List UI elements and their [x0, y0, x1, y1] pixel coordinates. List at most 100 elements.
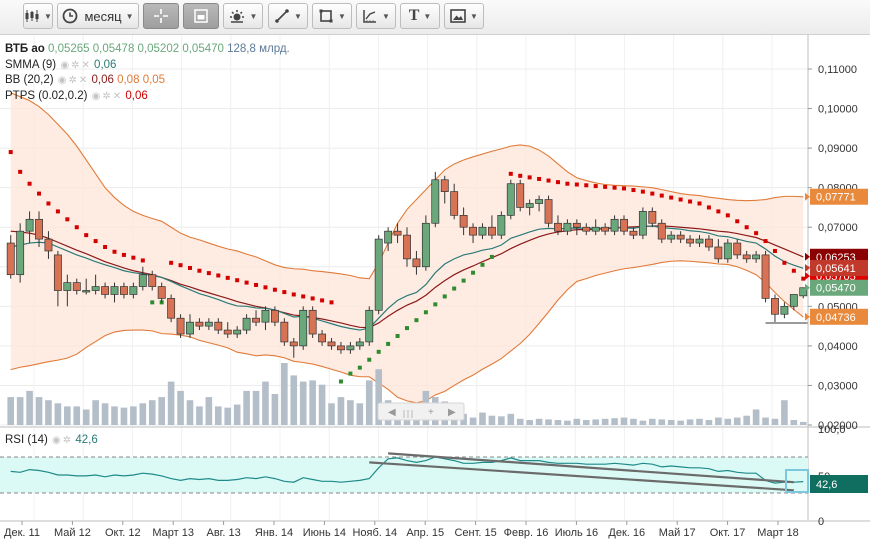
volume-bar [715, 417, 722, 425]
ptps-dot [18, 169, 23, 174]
volume-bar [73, 406, 81, 425]
volume-bar [743, 415, 750, 425]
eye-icon[interactable]: ◉ [52, 435, 61, 446]
period-button[interactable]: месяц ▼ [57, 3, 139, 29]
ptps-dot [688, 199, 693, 204]
snapshot-button[interactable]: ▼ [444, 3, 484, 29]
candle-body [525, 203, 534, 208]
candle-body [535, 199, 544, 204]
volume-bar [677, 420, 684, 425]
volume-bar [281, 363, 288, 425]
eye-icon[interactable]: ◉ [58, 75, 67, 86]
candle-body [53, 254, 62, 291]
volume-bar [7, 397, 15, 425]
candle-body [365, 309, 374, 343]
volume-bar [630, 418, 637, 425]
candle-body [780, 305, 789, 315]
scroll-navigator[interactable]: ◀ + ▶ [377, 402, 465, 421]
candle-body [469, 226, 477, 236]
ptps-dot [386, 341, 391, 346]
ptps-dot [518, 173, 523, 178]
volume-bar [762, 417, 769, 425]
y-tick-label: 0,11000 [818, 64, 857, 76]
candle-body [771, 298, 779, 315]
y-tick-label: 0,07000 [818, 222, 858, 234]
text-button[interactable]: T ▼ [400, 3, 440, 29]
volume-bar [64, 406, 71, 425]
toolbar: ▼ месяц ▼ ▼ ▼ ▼ ▼ T ▼ ▼ [0, 0, 870, 35]
x-tick-label: Июль 16 [555, 527, 598, 539]
volume-bar [92, 400, 99, 425]
volume-bar [139, 403, 147, 425]
candle-body [195, 321, 204, 327]
ptps-dot [282, 290, 287, 295]
close-icon[interactable]: ✕ [113, 91, 121, 102]
crosshair-button[interactable] [143, 3, 179, 29]
volume-bar [224, 407, 232, 425]
y-tick-label: 0,03000 [818, 380, 858, 392]
indicators-button[interactable]: ▼ [223, 3, 263, 29]
ptps-dot [150, 300, 155, 305]
volume-bar [781, 400, 788, 425]
shapes-button[interactable]: ▼ [312, 3, 352, 29]
y-tick-label: 0,04000 [818, 341, 858, 353]
chevron-down-icon: ▼ [249, 11, 258, 21]
candle [167, 294, 176, 323]
candle-body [412, 258, 421, 268]
volume-bar [516, 418, 524, 425]
gear-icon[interactable]: ✲ [71, 60, 79, 71]
candle-body [242, 317, 251, 331]
chart-type-button[interactable]: ▼ [23, 3, 53, 29]
scroll-left-icon[interactable]: ◀ [388, 407, 396, 418]
volume-bar [271, 394, 279, 425]
candle-body [695, 238, 704, 244]
rectangle-tool-icon [319, 9, 333, 23]
price-label-text: 0,04736 [816, 312, 856, 324]
candle-body [723, 242, 732, 260]
smma-label: SMMA (9) [5, 58, 57, 71]
indicator-panel-button[interactable] [183, 3, 219, 29]
bb-label: BB (20,2) [5, 74, 54, 86]
ptps-dot [716, 209, 721, 214]
scroll-right-icon[interactable]: ▶ [448, 407, 456, 418]
chevron-down-icon: ▼ [382, 11, 390, 21]
candle-body [676, 234, 685, 240]
ptps-dot [612, 185, 617, 190]
close-icon[interactable]: ✕ [79, 75, 87, 86]
candle-body [25, 218, 34, 232]
ptps-dot [37, 191, 42, 196]
candle-body [440, 179, 449, 192]
x-tick-label: Февр. 16 [504, 527, 549, 539]
candle-body [667, 234, 676, 240]
x-tick-label: Окт. 17 [710, 527, 746, 539]
text-tool-icon: T [408, 7, 420, 24]
eye-icon[interactable]: ◉ [60, 60, 69, 71]
gear-icon[interactable]: ✲ [102, 91, 110, 102]
volume-bar [658, 419, 666, 425]
fibonacci-button[interactable]: ▼ [356, 3, 396, 29]
candle-body [355, 341, 364, 347]
volume-bar [573, 418, 581, 425]
ptps-dot [320, 298, 325, 303]
candle-body [704, 238, 713, 248]
candle [780, 302, 789, 319]
volume-bar [601, 418, 609, 425]
ptps-dot [744, 225, 749, 230]
ptps-dot [537, 176, 542, 181]
gear-icon[interactable]: ✲ [69, 75, 77, 86]
ptps-dot [197, 268, 202, 273]
eye-icon[interactable]: ◉ [92, 91, 101, 102]
price-chart[interactable]: 0,110000,100000,090000,080000,070000,060… [0, 35, 870, 542]
ptps-dot [754, 231, 759, 236]
zoom-in-icon[interactable]: + [428, 407, 434, 418]
draw-line-button[interactable]: ▼ [268, 3, 308, 29]
volume-bar [582, 420, 590, 425]
y-tick-label: 0,09000 [818, 143, 858, 155]
ptps-dot [291, 292, 296, 297]
gear-icon[interactable]: ✲ [63, 435, 71, 446]
candle-body [752, 254, 761, 260]
ptps-dot [631, 188, 636, 193]
rsi-label-text: 42,6 [816, 479, 837, 491]
close-icon[interactable]: ✕ [81, 60, 89, 71]
x-tick-label: Март 18 [757, 527, 799, 539]
